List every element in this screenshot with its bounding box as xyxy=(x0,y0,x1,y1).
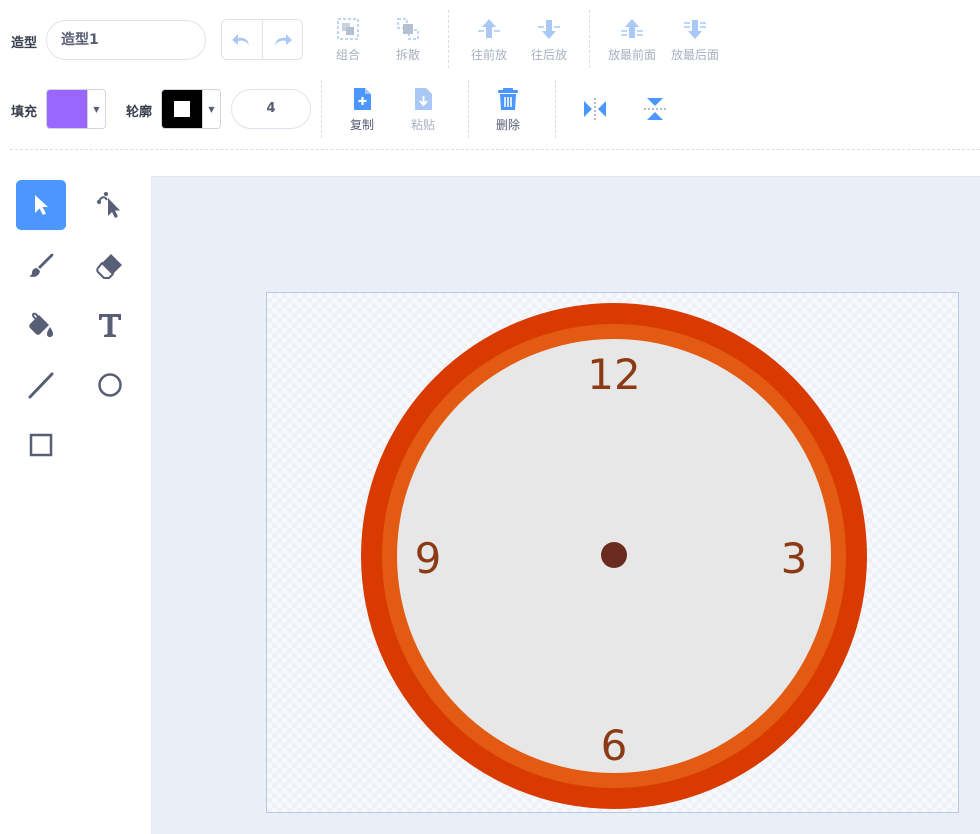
trash-icon xyxy=(498,88,518,110)
redo-icon xyxy=(275,33,293,45)
outline-color-swatch xyxy=(162,90,202,128)
separator xyxy=(589,10,590,68)
delete-label: 删除 xyxy=(495,118,520,132)
select-tool[interactable] xyxy=(16,180,66,230)
clock-center-dot xyxy=(601,542,627,568)
toolbar-divider xyxy=(10,149,980,150)
circle-tool[interactable] xyxy=(85,360,135,410)
fill-color-picker[interactable]: ▼ xyxy=(46,89,106,129)
backward-icon xyxy=(538,20,560,39)
copy-icon xyxy=(354,88,371,110)
arrow-pointer-icon xyxy=(35,195,48,215)
flip-horizontal-button[interactable] xyxy=(582,96,608,122)
backward-button[interactable]: 往后放 xyxy=(529,16,569,63)
forward-icon xyxy=(478,19,500,38)
send-to-back-label: 放最后面 xyxy=(670,48,719,62)
forward-button[interactable]: 往前放 xyxy=(469,16,509,63)
brush-tool[interactable] xyxy=(16,240,66,290)
clock-number-3: 3 xyxy=(781,534,808,583)
flip-horizontal-icon xyxy=(584,98,606,120)
chevron-down-icon: ▼ xyxy=(202,90,220,128)
rectangle-icon xyxy=(29,433,53,457)
line-icon xyxy=(28,372,54,399)
ungroup-icon xyxy=(397,18,419,40)
undo-button[interactable] xyxy=(222,20,263,59)
outline-width-input[interactable]: 4 xyxy=(231,89,311,129)
reshape-tool[interactable] xyxy=(85,180,135,230)
paste-icon xyxy=(415,88,432,110)
separator xyxy=(448,10,449,68)
group-label: 组合 xyxy=(335,48,360,62)
undo-redo-group xyxy=(221,19,303,60)
clock-number-12: 12 xyxy=(587,350,640,399)
copy-button[interactable]: 复制 xyxy=(344,86,380,133)
ungroup-button[interactable]: 拆散 xyxy=(390,16,426,63)
separator xyxy=(555,80,556,138)
delete-button[interactable]: 删除 xyxy=(490,86,526,133)
group-icon xyxy=(337,18,359,40)
text-tool[interactable] xyxy=(85,300,135,350)
clock-number-9: 9 xyxy=(415,534,442,583)
chevron-down-icon: ▼ xyxy=(87,90,105,128)
fill-tool[interactable] xyxy=(16,300,66,350)
eraser-tool[interactable] xyxy=(85,240,135,290)
send-to-back-button[interactable]: 放最后面 xyxy=(668,16,722,63)
eraser-icon xyxy=(96,254,122,279)
flip-vertical-button[interactable] xyxy=(642,96,668,122)
outline-color-picker[interactable]: ▼ xyxy=(161,89,221,129)
bring-to-front-button[interactable]: 放最前面 xyxy=(605,16,659,63)
costume-name-input[interactable]: 造型1 xyxy=(46,20,206,60)
costume-label: 造型 xyxy=(11,36,38,51)
fill-label: 填充 xyxy=(11,105,38,120)
undo-icon xyxy=(231,33,249,45)
ungroup-label: 拆散 xyxy=(395,48,420,62)
send-to-back-icon xyxy=(684,20,706,39)
bring-to-front-icon xyxy=(621,19,643,38)
separator xyxy=(321,80,322,138)
outline-label: 轮廓 xyxy=(126,105,153,120)
forward-label: 往前放 xyxy=(470,48,507,62)
line-tool[interactable] xyxy=(16,360,66,410)
paste-button[interactable]: 粘贴 xyxy=(405,86,441,133)
rectangle-tool[interactable] xyxy=(16,420,66,470)
circle-icon xyxy=(98,373,122,397)
group-button[interactable]: 组合 xyxy=(330,16,366,63)
redo-button[interactable] xyxy=(263,20,303,59)
fill-color-swatch xyxy=(47,90,87,128)
paint-bucket-icon xyxy=(29,312,53,337)
separator xyxy=(468,80,469,138)
flip-vertical-icon xyxy=(644,98,666,120)
bring-to-front-label: 放最前面 xyxy=(607,48,656,62)
copy-label: 复制 xyxy=(349,118,374,132)
brush-icon xyxy=(29,253,54,277)
paste-label: 粘贴 xyxy=(410,118,435,132)
backward-label: 往后放 xyxy=(530,48,567,62)
clock-number-6: 6 xyxy=(601,721,628,770)
reshape-pointer-icon xyxy=(97,192,120,218)
text-icon xyxy=(99,314,121,337)
clock-drawing[interactable]: 12 3 6 9 xyxy=(361,303,867,809)
